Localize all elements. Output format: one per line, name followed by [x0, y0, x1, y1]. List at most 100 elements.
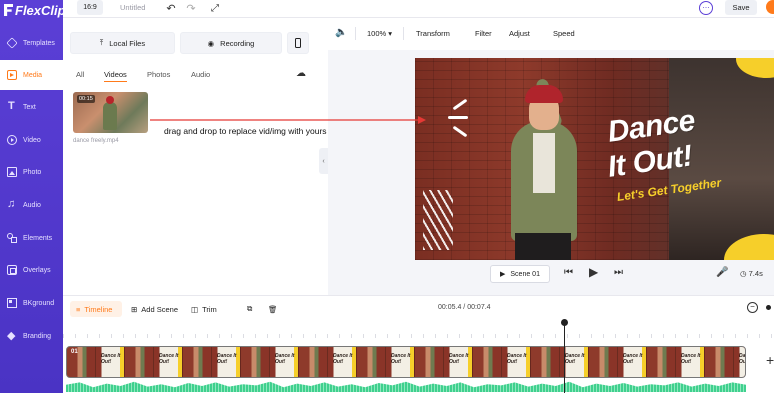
phone-upload-button[interactable]	[287, 32, 309, 54]
duplicate-icon[interactable]: ⧉	[247, 301, 252, 317]
tab-photos[interactable]: Photos	[147, 70, 170, 81]
sidebar-item-branding[interactable]: Branding	[0, 321, 63, 351]
add-scene-icon: ⊞	[131, 304, 138, 314]
aspect-ratio-button[interactable]: 16:9	[77, 0, 103, 15]
clip-frame	[647, 347, 676, 377]
play-scene-icon: ▶	[500, 271, 506, 278]
filter-button[interactable]: Filter	[475, 29, 492, 38]
dancer-shirt	[533, 133, 555, 193]
sidebar-item-video[interactable]: Video	[0, 125, 63, 155]
clip-frame	[531, 347, 560, 377]
zoom-out-icon[interactable]: −	[747, 302, 758, 313]
sidebar-item-media[interactable]: Media	[0, 60, 63, 90]
top-bar: 16:9 Untitled ↶ ↷ ⤢ ⋯ Save	[63, 0, 774, 18]
thumb-filename: dance freely.mp4	[73, 138, 119, 144]
adjust-button[interactable]: Adjust	[509, 29, 530, 38]
sidebar-item-label: Overlays	[23, 266, 51, 274]
tab-videos[interactable]: Videos	[104, 70, 127, 82]
project-title[interactable]: Untitled	[120, 3, 145, 12]
zoom-select[interactable]: 100% ▾	[367, 29, 392, 38]
undo-icon[interactable]: ↶	[164, 1, 178, 15]
sidebar-item-bkground[interactable]: BKground	[0, 288, 63, 318]
clip-frame	[270, 347, 299, 377]
sidebar-item-audio[interactable]: Audio	[0, 190, 63, 220]
divider	[355, 27, 356, 40]
local-files-button[interactable]: ⤒ Local Files	[70, 32, 175, 54]
timeline-panel: ≡ Timeline ⊞ Add Scene ◫ Trim ⧉ 🗑 00:05.…	[63, 295, 774, 393]
arrow-head	[418, 116, 426, 124]
media-icon	[7, 70, 17, 80]
clip-frame	[183, 347, 212, 377]
cloud-icon[interactable]: ☁	[296, 68, 306, 79]
audio-waveform[interactable]	[66, 381, 746, 392]
trim-icon: ◫	[191, 304, 199, 314]
sidebar-item-label: Audio	[23, 201, 41, 209]
sidebar-item-templates[interactable]: Templates	[0, 28, 63, 58]
clip-frame	[212, 347, 241, 377]
add-scene-button[interactable]: ⊞ Add Scene	[131, 301, 178, 317]
tab-audio[interactable]: Audio	[191, 70, 210, 81]
sidebar-item-photo[interactable]: Photo	[0, 157, 63, 187]
volume-icon[interactable]: 🔈	[335, 27, 347, 38]
next-icon[interactable]: ⏭	[614, 267, 623, 278]
record-icon: ◉	[207, 38, 215, 48]
clip-frame	[502, 347, 531, 377]
stripes-decoration	[423, 190, 453, 250]
clip-frame	[154, 347, 183, 377]
clip-frame	[589, 347, 618, 377]
zoom-value: 100%	[367, 29, 387, 38]
playhead[interactable]	[561, 319, 568, 393]
fullscreen-icon[interactable]: ⤢	[208, 1, 222, 15]
timeline-ruler	[63, 320, 774, 340]
previous-icon[interactable]: ⏮	[564, 267, 573, 278]
scene-label: Scene 01	[510, 270, 540, 278]
sidebar-item-elements[interactable]: Elements	[0, 223, 63, 253]
clip-frame	[328, 347, 357, 377]
media-thumbnail[interactable]: 00:15	[73, 92, 148, 133]
trim-label: Trim	[202, 304, 217, 314]
video-clip-track[interactable]: 01	[66, 346, 746, 378]
clip-frame	[444, 347, 473, 377]
preview-stage: Dance It Out! Let's Get Together	[328, 50, 774, 295]
sidebar-item-overlays[interactable]: Overlays	[0, 255, 63, 285]
delete-icon[interactable]: 🗑	[268, 301, 278, 317]
duration-value: 7.4s	[748, 269, 763, 278]
speed-button[interactable]: Speed	[553, 29, 575, 38]
trim-button[interactable]: ◫ Trim	[191, 301, 217, 317]
preview-toolbar: 🔈 100% ▾ Transform Filter Adjust Speed	[328, 18, 774, 50]
player-controls: ▶ Scene 01 ⏮ ▶ ⏭ 🎤 ◷ 7.4s	[328, 260, 774, 290]
app-logo[interactable]: FlexClip	[4, 2, 66, 18]
timeline-icon: ≡	[76, 304, 81, 314]
clip-frame	[96, 347, 125, 377]
clip-frame	[618, 347, 647, 377]
dancer-hat	[525, 85, 563, 103]
burst-line	[448, 116, 468, 119]
add-clip-icon[interactable]: +	[766, 352, 774, 368]
microphone-icon[interactable]: 🎤	[716, 267, 728, 278]
dancer-legs	[515, 233, 571, 260]
upload-icon: ⤒	[99, 38, 104, 47]
flexclip-logo-icon	[4, 4, 13, 16]
sidebar-item-text[interactable]: Text	[0, 92, 63, 122]
save-button[interactable]: Save	[725, 0, 757, 15]
redo-icon[interactable]: ↷	[184, 1, 198, 15]
transform-button[interactable]: Transform	[416, 29, 450, 38]
app-logo-text: FlexClip	[15, 2, 66, 18]
clip-frame	[473, 347, 502, 377]
timeline-tab[interactable]: ≡ Timeline	[70, 301, 122, 317]
annotation-text: drag and drop to replace vid/img with yo…	[164, 126, 327, 136]
scene-duration[interactable]: ◷ 7.4s	[740, 269, 763, 278]
recording-button[interactable]: ◉ Recording	[180, 32, 282, 54]
video-canvas[interactable]: Dance It Out! Let's Get Together	[415, 58, 774, 260]
tab-all[interactable]: All	[76, 70, 84, 81]
clip-number: 01	[71, 349, 78, 355]
add-scene-label: Add Scene	[141, 304, 178, 314]
scene-selector[interactable]: ▶ Scene 01	[490, 265, 550, 283]
help-chat-icon[interactable]: ⋯	[699, 1, 713, 15]
thumb-figure	[103, 102, 117, 130]
sidebar-item-label: Branding	[23, 332, 52, 340]
collapse-panel-button[interactable]: ‹	[319, 148, 328, 174]
avatar[interactable]	[766, 0, 774, 14]
zoom-slider-handle[interactable]	[766, 305, 771, 310]
play-icon[interactable]: ▶	[589, 265, 598, 279]
